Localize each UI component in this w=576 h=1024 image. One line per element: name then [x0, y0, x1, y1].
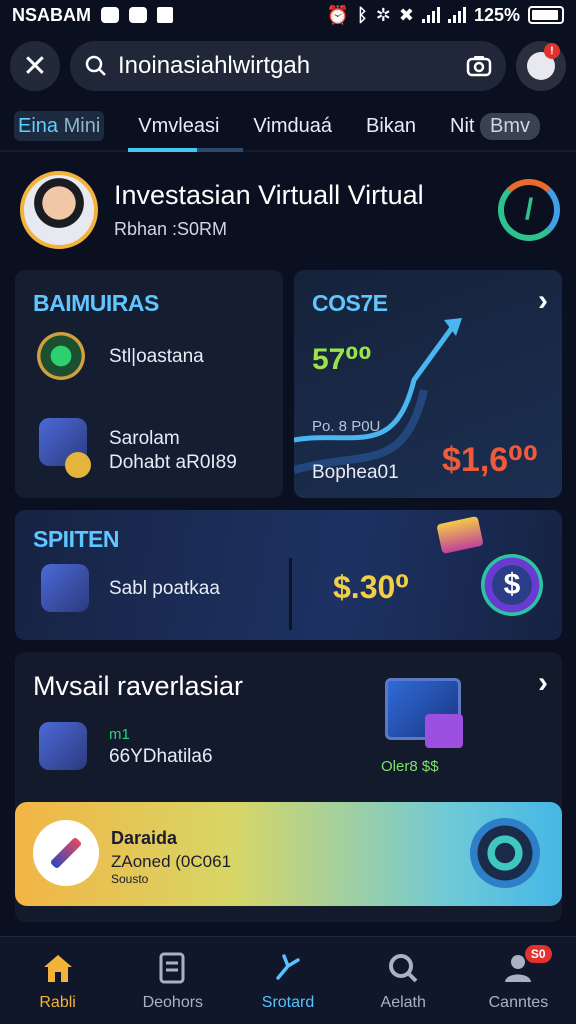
status-app-label: NSABAM: [12, 4, 91, 25]
bluetooth-icon: ᛒ: [356, 4, 368, 25]
account-avatar-button[interactable]: !: [516, 41, 566, 91]
tab-eina[interactable]: Eina Mini: [14, 111, 105, 141]
nav-item-standard[interactable]: Srotard: [230, 937, 345, 1024]
value-red: $1,6⁰⁰: [442, 441, 538, 479]
profile-avatar: [20, 171, 98, 249]
nav-label: Srotard: [261, 993, 315, 1011]
spiral-icon[interactable]: [470, 818, 540, 888]
camera-notify-icon: [129, 7, 147, 23]
search-icon: [389, 953, 418, 982]
row-sublabel: Dohabt aR0I89: [109, 452, 237, 473]
tab-label: Eina: [18, 114, 59, 137]
sparkle-icon: [276, 953, 300, 980]
signal-icon-2: [447, 7, 466, 23]
close-button[interactable]: ✕: [10, 41, 60, 91]
card-balances[interactable]: BAIMUIRAS Stl|oastana Sarolam Dohabt aR0…: [15, 270, 283, 498]
tab-vimduaa[interactable]: Vimduaá: [253, 102, 332, 150]
gift-icon: [436, 515, 484, 555]
app-icon: [39, 722, 87, 770]
search-row: ✕ !: [10, 40, 566, 92]
nav-label: Deohors: [142, 993, 204, 1011]
tab-bikan[interactable]: Bikan: [366, 102, 416, 150]
data-icon: ✖: [398, 4, 414, 25]
signal-icon: [421, 7, 440, 23]
nav-label: Aelath: [380, 993, 426, 1011]
status-bar: NSABAM ⏰ ᛒ ✲ ✖ 125%: [0, 0, 576, 30]
tab-label: Nit: [450, 114, 475, 137]
nav-item-orders[interactable]: Deohors: [115, 937, 230, 1024]
divider: [289, 558, 292, 630]
card-spending[interactable]: SPIITEN Sabl poatkaa $.30⁰ $: [15, 510, 562, 640]
tab-bar: Eina Mini Vmvleasi Vimduaá Bikan Nit Bmv: [0, 102, 576, 152]
battery-percent: 125%: [473, 4, 520, 25]
gallery-icon: [157, 7, 173, 23]
row-label: Stl|oastana: [109, 346, 204, 367]
row-label: Sarolam: [109, 428, 180, 449]
value-green: 57⁰⁰: [312, 343, 372, 376]
bottom-nav: Rabli Deohors Srotard Aelath S0 Canntes: [0, 936, 576, 1024]
tab-label-secondary: Mini: [63, 114, 101, 137]
wallet-icon: [41, 564, 89, 612]
battery-icon: [528, 6, 564, 24]
nav-item-search[interactable]: Aelath: [346, 937, 461, 1024]
tab-nit[interactable]: Nit Bmv: [450, 102, 541, 150]
coins-icon: [65, 452, 91, 478]
banner-line: ZAoned (0C061: [111, 852, 232, 871]
card-heading: Mvsail raverlasiar: [33, 671, 244, 701]
nav-item-home[interactable]: Rabli: [0, 937, 115, 1024]
tab-vmvleasi[interactable]: Vmvleasi: [128, 102, 244, 152]
pen-icon: [33, 820, 99, 886]
small-label: Po. 8 P0U: [312, 418, 381, 435]
dollar-shield-icon: $: [481, 554, 543, 616]
chevron-right-icon[interactable]: ›: [538, 284, 548, 318]
row-sublabel: m1: [109, 726, 130, 743]
profile-subtitle: Rbhan :S0RM: [114, 219, 228, 239]
medal-icon: [37, 332, 85, 380]
card-heading: BAIMUIRAS: [33, 290, 159, 316]
nav-label: Rabli: [39, 993, 76, 1011]
vibrate-icon: ✲: [375, 4, 391, 25]
chat-icon: [101, 7, 119, 23]
bottom-label: Bophea01: [312, 462, 399, 483]
nav-badge: S0: [524, 945, 552, 963]
profile-title: Investasian Virtuall Virtual: [114, 180, 424, 210]
search-input[interactable]: [118, 52, 456, 80]
box-icon: [425, 714, 463, 748]
nav-label: Canntes: [488, 993, 549, 1011]
notification-badge: !: [544, 43, 560, 59]
search-bar[interactable]: [70, 41, 506, 91]
value-yellow: $.30⁰: [333, 569, 410, 605]
banner-subline: Sousto: [111, 872, 149, 886]
card-heading: SPIITEN: [33, 526, 119, 552]
home-icon: [43, 954, 72, 982]
row-label: 66YDhatila6: [109, 746, 213, 767]
card-heading: COS7E: [312, 290, 388, 316]
banner-title: Daraida: [111, 828, 178, 848]
row-label: Sabl poatkaa: [109, 578, 220, 599]
close-icon: ✕: [22, 49, 48, 83]
tab-label: Vmvleasi: [138, 114, 220, 137]
promo-banner[interactable]: Daraida ZAoned (0C061 Sousto: [15, 802, 562, 906]
alarm-icon: ⏰: [326, 4, 349, 25]
document-icon: [159, 952, 185, 983]
camera-icon[interactable]: [466, 54, 492, 78]
tab-label: Bikan: [365, 114, 417, 137]
stat-label: Oler8 $$: [381, 758, 439, 775]
card-cost[interactable]: COS7E › 57⁰⁰ Po. 8 P0U Bophea01 $1,6⁰⁰: [294, 270, 562, 498]
tab-pill: Bmv: [480, 112, 541, 140]
card-investment[interactable]: Mvsail raverlasiar › m1 66YDhatila6 Oler…: [15, 652, 562, 922]
profile-header[interactable]: Investasian Virtuall Virtual Rbhan :S0RM…: [20, 168, 560, 252]
tab-label: Vimduaá: [253, 114, 332, 137]
progress-ring-icon[interactable]: /: [498, 179, 560, 241]
search-icon: [85, 55, 106, 76]
chevron-right-icon[interactable]: ›: [538, 666, 548, 700]
nav-item-profile[interactable]: S0 Canntes: [461, 937, 576, 1024]
